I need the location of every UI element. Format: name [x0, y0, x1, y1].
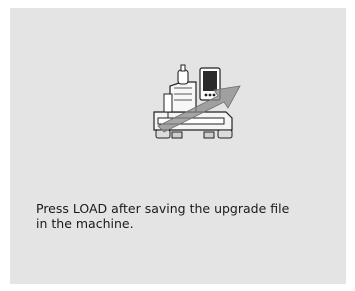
message-panel: Press LOAD after saving the upgrade file… — [10, 8, 346, 284]
instruction-line-1: Press LOAD after saving the upgrade file — [36, 201, 290, 216]
instruction-message: Press LOAD after saving the upgrade file… — [36, 201, 354, 231]
embroidery-machine-upgrade-icon — [153, 64, 241, 139]
upgrade-screen: Press LOAD after saving the upgrade file… — [0, 0, 355, 291]
instruction-line-2: in the machine. — [36, 216, 134, 231]
